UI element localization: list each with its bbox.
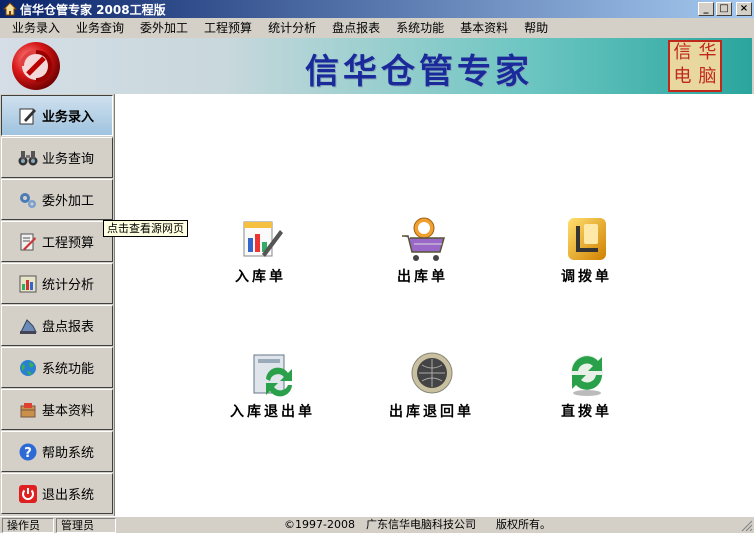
sidebar-item-system[interactable]: 系统功能 — [1, 347, 113, 388]
main-panel: 入库单 出库单 调拨单 入库退出单 出库退回单 直拨单 — [114, 94, 754, 516]
sidebar-item-label: 统计分析 — [42, 278, 95, 293]
status-rights: 版权所有。 — [496, 518, 551, 531]
box-icon — [20, 402, 36, 417]
sidebar-item-label: 帮助系统 — [42, 446, 95, 461]
cart-icon — [401, 217, 445, 261]
status-copyright: ©1997-2008 — [284, 518, 355, 531]
tile-label: 入库退出单 — [230, 404, 315, 420]
globe-icon — [20, 359, 36, 376]
status-operator-value: 管理员 — [56, 518, 116, 533]
seal-char: 华 — [698, 42, 717, 63]
tile-label: 出库单 — [397, 269, 448, 285]
header-banner: 信华仓管专家 信 华 电 脑 — [0, 38, 752, 94]
sidebar-item-label: 业务录入 — [42, 110, 95, 125]
stock-in-icon — [243, 221, 283, 257]
tile-direct-transfer[interactable]: 直拨单 — [561, 349, 612, 421]
menu-item-help[interactable]: 帮助 — [516, 19, 556, 37]
power-icon — [19, 484, 37, 503]
sidebar-item-exit[interactable]: 退出系统 — [1, 473, 113, 514]
tile-stock-in-return[interactable]: 入库退出单 — [230, 349, 315, 421]
sidebar-item-label: 工程预算 — [42, 236, 95, 251]
edit-doc-icon — [19, 108, 36, 124]
tooltip: 点击查看源网页 — [103, 220, 188, 237]
tile-label: 入库单 — [235, 269, 286, 285]
resize-grip-icon[interactable] — [741, 520, 753, 532]
app-home-icon — [3, 2, 17, 16]
menu-bar: 业务录入 业务查询 委外加工 工程预算 统计分析 盘点报表 系统功能 基本资料 … — [0, 18, 754, 38]
tile-transfer[interactable]: 调拨单 — [561, 214, 612, 286]
title-bar[interactable]: 信华仓管专家 2008工程版 _ □ × — [0, 0, 754, 18]
tile-label: 调拨单 — [561, 269, 612, 285]
tile-stock-in[interactable]: 入库单 — [235, 214, 286, 286]
sidebar-item-label: 基本资料 — [42, 404, 95, 419]
sidebar-item-inventory-report[interactable]: 盘点报表 — [1, 305, 113, 346]
tile-stock-out-return[interactable]: 出库退回单 — [389, 349, 474, 421]
sidebar-item-business-entry[interactable]: 业务录入 — [1, 95, 113, 136]
sidebar-item-budget[interactable]: 工程预算 — [1, 221, 113, 262]
return-out-globe-icon — [411, 352, 452, 394]
sidebar: 业务录入 业务查询 委外加工 工程预算 统计分析 盘点报表 系统功能 基本资料 … — [0, 94, 114, 516]
seal-char: 信 — [673, 42, 692, 63]
sidebar-item-business-query[interactable]: 业务查询 — [1, 137, 113, 178]
chart-icon — [19, 275, 37, 292]
menu-item-system[interactable]: 系统功能 — [388, 19, 452, 37]
menu-item-business-entry[interactable]: 业务录入 — [4, 19, 68, 37]
seal-char: 电 — [673, 66, 692, 87]
menu-item-business-query[interactable]: 业务查询 — [68, 19, 132, 37]
sidebar-item-label: 委外加工 — [42, 194, 95, 209]
sidebar-item-label: 盘点报表 — [42, 320, 95, 335]
binoculars-icon — [18, 150, 38, 165]
report-icon — [20, 318, 37, 334]
sidebar-item-statistics[interactable]: 统计分析 — [1, 263, 113, 304]
menu-item-budget[interactable]: 工程预算 — [196, 19, 260, 37]
status-company: 广东信华电脑科技公司 — [366, 518, 476, 531]
sidebar-item-basic-data[interactable]: 基本资料 — [1, 389, 113, 430]
status-bar: 操作员 管理员 ©1997-2008 广东信华电脑科技公司 版权所有。 — [0, 516, 754, 533]
tile-stock-out[interactable]: 出库单 — [397, 214, 448, 286]
sidebar-item-outsourcing[interactable]: 委外加工 — [1, 179, 113, 220]
sidebar-item-help[interactable]: ? 帮助系统 — [1, 431, 113, 472]
menu-item-outsourcing[interactable]: 委外加工 — [132, 19, 196, 37]
help-icon: ? — [19, 443, 37, 461]
seal-char: 脑 — [698, 66, 717, 87]
sidebar-item-label: 系统功能 — [42, 362, 95, 377]
return-in-icon — [253, 354, 292, 397]
tile-label: 出库退回单 — [389, 404, 474, 420]
brand-seal: 信 华 电 脑 — [668, 40, 722, 92]
direct-transfer-icon — [570, 355, 603, 396]
status-copyright-area: ©1997-2008 广东信华电脑科技公司 版权所有。 — [118, 518, 740, 533]
menu-item-statistics[interactable]: 统计分析 — [260, 19, 324, 37]
minimize-button[interactable]: _ — [698, 2, 714, 16]
banner-title: 信华仓管专家 — [305, 52, 533, 92]
menu-item-basic-data[interactable]: 基本资料 — [452, 19, 516, 37]
close-button[interactable]: × — [736, 2, 752, 16]
window-title: 信华仓管专家 2008工程版 — [20, 2, 166, 17]
calculator-doc-icon — [20, 233, 36, 250]
maximize-button[interactable]: □ — [716, 2, 732, 16]
tile-label: 直拨单 — [561, 404, 612, 420]
svg-text:?: ? — [24, 446, 32, 461]
sidebar-item-label: 退出系统 — [42, 488, 95, 503]
status-operator-label: 操作员 — [2, 518, 54, 533]
menu-item-inventory-report[interactable]: 盘点报表 — [324, 19, 388, 37]
transfer-folder-icon — [567, 218, 606, 260]
company-logo-icon — [12, 42, 60, 90]
sidebar-item-label: 业务查询 — [42, 152, 95, 167]
gears-icon — [20, 192, 36, 208]
